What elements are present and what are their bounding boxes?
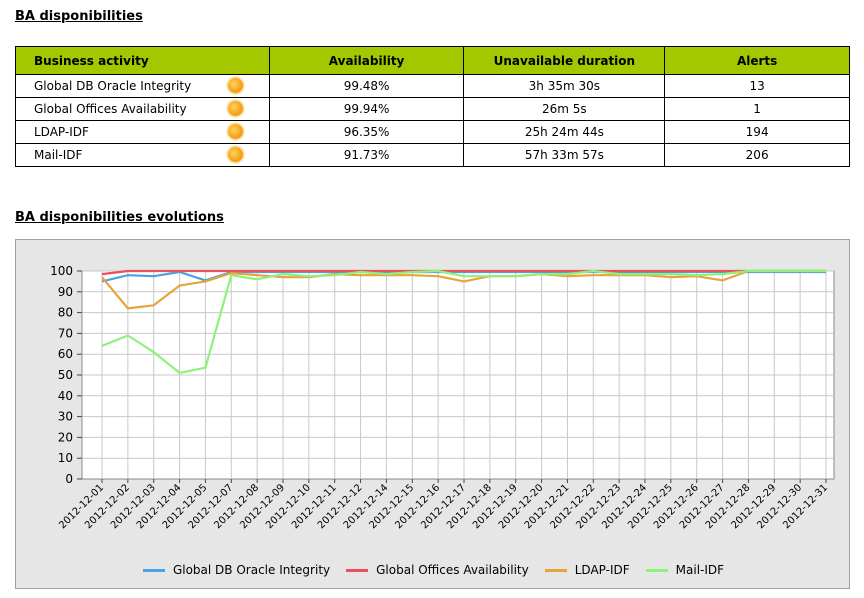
table-row: Global DB Oracle Integrity 99.48% 3h 35m… bbox=[15, 74, 850, 98]
legend-item: Mail-IDF bbox=[645, 563, 725, 577]
business-activity-name: Global Offices Availability bbox=[34, 102, 187, 116]
legend-swatch bbox=[544, 568, 567, 572]
business-activity-name: Global DB Oracle Integrity bbox=[34, 79, 192, 93]
y-tick-label: 30 bbox=[58, 410, 73, 424]
chart-legend: Global DB Oracle Integrity Global Offices… bbox=[16, 563, 851, 577]
business-activity-name: Mail-IDF bbox=[34, 148, 83, 162]
sun-icon bbox=[227, 78, 243, 93]
header-availability: Availability bbox=[268, 46, 465, 75]
alerts-cell: 194 bbox=[664, 120, 850, 144]
availability-table: Business activity Availability Unavailab… bbox=[15, 46, 850, 167]
sun-icon bbox=[227, 124, 243, 139]
y-tick-label: 50 bbox=[58, 368, 73, 382]
legend-label: Global Offices Availability bbox=[376, 563, 529, 577]
business-activity-cell: Global DB Oracle Integrity bbox=[15, 74, 270, 98]
table-row: LDAP-IDF 96.35% 25h 24m 44s 194 bbox=[15, 120, 850, 144]
business-activity-cell: LDAP-IDF bbox=[15, 120, 270, 144]
alerts-cell: 1 bbox=[664, 97, 850, 121]
sun-icon bbox=[227, 101, 243, 116]
legend-label: Global DB Oracle Integrity bbox=[172, 563, 331, 577]
y-tick-label: 90 bbox=[58, 285, 73, 299]
legend-item: Global Offices Availability bbox=[346, 563, 529, 577]
legend-label: Mail-IDF bbox=[675, 563, 725, 577]
legend-swatch bbox=[645, 568, 668, 572]
section-title-evolutions: BA disponibilities evolutions bbox=[15, 210, 224, 225]
y-tick-label: 40 bbox=[58, 389, 73, 403]
evolution-chart: 0 10 20 30 40 50 60 70 80 90 100 2012-12-01 2012-12-… bbox=[15, 239, 850, 589]
header-business-activity: Business activity bbox=[15, 46, 270, 75]
availability-cell: 99.48% bbox=[268, 74, 465, 98]
availability-cell: 99.94% bbox=[268, 97, 465, 121]
table-row: Mail-IDF 91.73% 57h 33m 57s 206 bbox=[15, 143, 850, 167]
business-activity-name: LDAP-IDF bbox=[34, 125, 89, 139]
availability-cell: 91.73% bbox=[268, 143, 465, 167]
legend-label: LDAP-IDF bbox=[574, 563, 630, 577]
availability-cell: 96.35% bbox=[268, 120, 465, 144]
y-tick-label: 0 bbox=[65, 472, 73, 486]
y-tick-label: 60 bbox=[58, 347, 73, 361]
header-unavailable-duration: Unavailable duration bbox=[463, 46, 666, 75]
evolution-chart-svg: 01020304050607080901002012-12-012012-12-… bbox=[50, 264, 835, 531]
alerts-cell: 13 bbox=[664, 74, 850, 98]
sun-icon bbox=[227, 147, 243, 162]
legend-swatch bbox=[346, 568, 369, 572]
business-activity-cell: Mail-IDF bbox=[15, 143, 270, 167]
section-title-availability: BA disponibilities bbox=[15, 9, 143, 24]
unavailable-duration-cell: 26m 5s bbox=[463, 97, 666, 121]
table-header-row: Business activity Availability Unavailab… bbox=[15, 46, 850, 75]
legend-swatch bbox=[142, 568, 165, 572]
business-activity-cell: Global Offices Availability bbox=[15, 97, 270, 121]
y-tick-label: 80 bbox=[58, 306, 73, 320]
legend-item: LDAP-IDF bbox=[544, 563, 630, 577]
y-tick-label: 70 bbox=[58, 326, 73, 340]
y-tick-label: 10 bbox=[58, 451, 73, 465]
alerts-cell: 206 bbox=[664, 143, 850, 167]
header-alerts: Alerts bbox=[664, 46, 850, 75]
table-row: Global Offices Availability 99.94% 26m 5… bbox=[15, 97, 850, 121]
legend-item: Global DB Oracle Integrity bbox=[142, 563, 331, 577]
unavailable-duration-cell: 3h 35m 30s bbox=[463, 74, 666, 98]
unavailable-duration-cell: 25h 24m 44s bbox=[463, 120, 666, 144]
y-tick-label: 20 bbox=[58, 430, 73, 444]
y-tick-label: 100 bbox=[50, 264, 73, 278]
unavailable-duration-cell: 57h 33m 57s bbox=[463, 143, 666, 167]
